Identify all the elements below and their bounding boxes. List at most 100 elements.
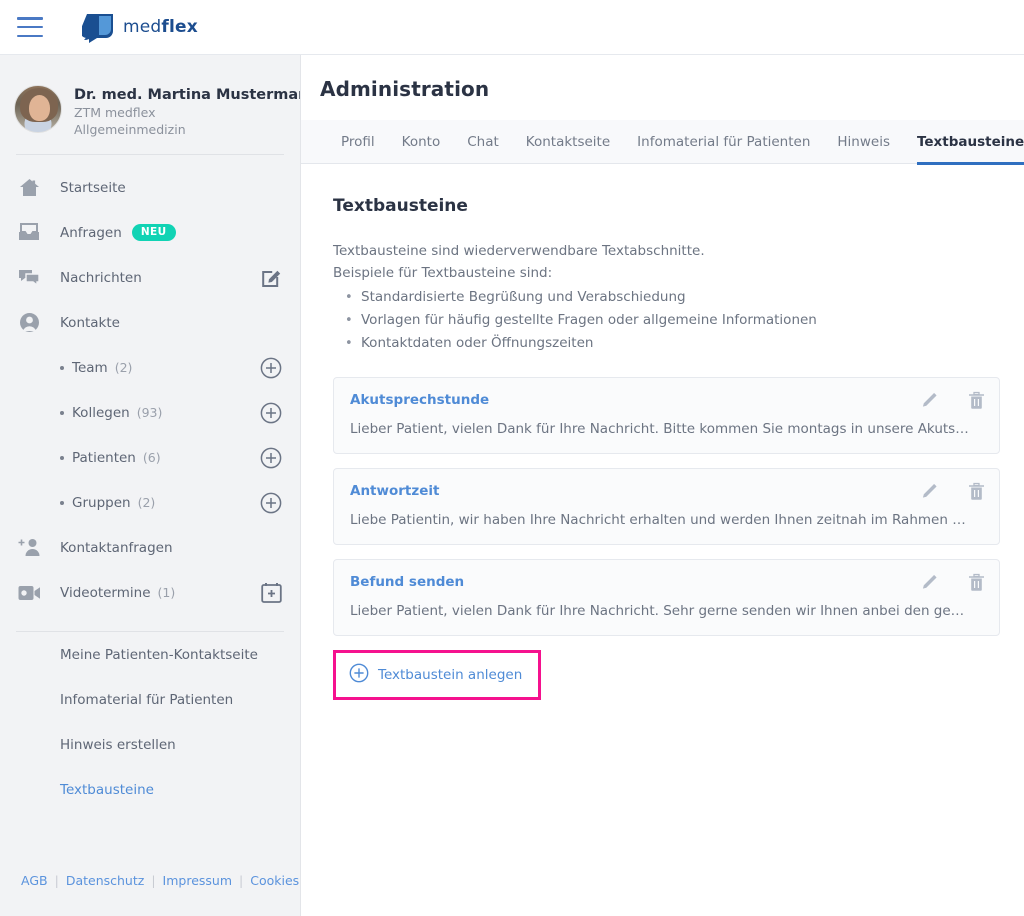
status-badge-neu: NEU: [131, 223, 176, 242]
main-content: Administration Profil Konto Chat Kontakt…: [301, 55, 1024, 916]
sidebar-item-label: Nachrichten: [60, 269, 142, 286]
sidebar-item-label: Infomaterial für Patienten: [60, 691, 234, 708]
bullet-dot-icon: [60, 500, 64, 505]
sidebar-item-infomaterial-fuer-patienten[interactable]: Infomaterial für Patienten: [0, 677, 300, 722]
card-title: Befund senden: [350, 574, 465, 590]
sidebar-nav-primary: Startseite Anfragen NEU Nachrichten Kont…: [0, 165, 300, 615]
sidebar-item-meine-patienten-kontaktseite[interactable]: Meine Patienten-Kontaktseite: [0, 632, 300, 677]
sidebar-subitem-count: (2): [137, 495, 156, 510]
sidebar-item-label: Meine Patienten-Kontaktseite: [60, 646, 258, 663]
footer-link-datenschutz[interactable]: Datenschutz: [66, 873, 145, 888]
list-item: Standardisierte Begrüßung und Verabschie…: [333, 286, 1024, 309]
sidebar-nav-secondary: Meine Patienten-Kontaktseite Infomateria…: [0, 632, 300, 812]
tab-kontaktseite[interactable]: Kontaktseite: [526, 120, 610, 164]
sidebar-subitem-gruppen[interactable]: Gruppen (2): [0, 480, 300, 525]
trash-delete-icon[interactable]: [967, 572, 985, 592]
trash-delete-icon[interactable]: [967, 390, 985, 410]
sidebar-subitem-patienten[interactable]: Patienten (6): [0, 435, 300, 480]
tab-bar: Profil Konto Chat Kontaktseite Infomater…: [301, 120, 1024, 165]
profile-name: Dr. med. Martina Mustermann: [74, 87, 301, 103]
bullet-dot-icon: [60, 455, 64, 460]
bullet-dot-icon: [60, 410, 64, 415]
sidebar-subitem-team[interactable]: Team (2): [0, 345, 300, 390]
textbaustein-card[interactable]: Befund senden Lieber Patient, vielen Dan…: [333, 559, 1000, 636]
pencil-edit-icon[interactable]: [921, 390, 939, 410]
sidebar-item-anfragen[interactable]: Anfragen NEU: [0, 210, 300, 255]
trash-delete-icon[interactable]: [967, 481, 985, 501]
card-actions: [921, 390, 985, 410]
sidebar-divider-top: [16, 154, 284, 155]
home-icon: [16, 176, 42, 200]
plus-circle-icon[interactable]: [260, 492, 282, 514]
card-body: Liebe Patientin, wir haben Ihre Nachrich…: [350, 512, 970, 528]
sidebar-subitem-label: Kollegen: [72, 404, 130, 421]
medflex-speech-bubble-logo: [82, 14, 113, 43]
card-title: Akutsprechstunde: [350, 392, 490, 408]
top-bar: medflex: [0, 0, 1024, 55]
sidebar-item-label: Kontakte: [60, 314, 120, 331]
sidebar-item-videotermine[interactable]: Videotermine (1): [0, 570, 300, 615]
add-textbaustein-button[interactable]: Textbaustein anlegen: [349, 663, 522, 687]
card-title: Antwortzeit: [350, 483, 440, 499]
tab-profil[interactable]: Profil: [341, 120, 375, 164]
textbaustein-card-list: Akutsprechstunde Lieber Patient, vielen …: [333, 377, 1024, 636]
profile-text: Dr. med. Martina Mustermann ZTM medflex …: [74, 85, 301, 138]
person-circle-icon: [16, 311, 42, 335]
sidebar-subitem-label: Gruppen: [72, 494, 131, 511]
sidebar-subitem-count: (6): [142, 450, 161, 465]
tab-infomaterial-fuer-patienten[interactable]: Infomaterial für Patienten: [637, 120, 810, 164]
sidebar-item-label: Anfragen: [60, 224, 122, 241]
textbaustein-card[interactable]: Akutsprechstunde Lieber Patient, vielen …: [333, 377, 1000, 454]
compose-message-icon[interactable]: [261, 267, 282, 288]
sidebar-footer-links: AGB | Datenschutz | Impressum | Cookies: [0, 873, 300, 888]
pencil-edit-icon[interactable]: [921, 481, 939, 501]
examples-list: Standardisierte Begrüßung und Verabschie…: [333, 286, 1024, 355]
footer-link-agb[interactable]: AGB: [21, 873, 48, 888]
tab-chat[interactable]: Chat: [467, 120, 499, 164]
sidebar-item-startseite[interactable]: Startseite: [0, 165, 300, 210]
sidebar: Dr. med. Martina Mustermann ZTM medflex …: [0, 55, 301, 916]
sidebar-item-hinweis-erstellen[interactable]: Hinweis erstellen: [0, 722, 300, 767]
footer-link-impressum[interactable]: Impressum: [163, 873, 232, 888]
plus-circle-icon[interactable]: [260, 447, 282, 469]
sidebar-item-kontaktanfragen[interactable]: Kontaktanfragen: [0, 525, 300, 570]
sidebar-item-label: Videotermine: [60, 584, 151, 601]
sidebar-item-kontakte[interactable]: Kontakte: [0, 300, 300, 345]
chat-bubbles-icon: [16, 266, 42, 290]
brand-logo-link[interactable]: medflex: [82, 10, 198, 44]
hamburger-menu-icon[interactable]: [17, 17, 43, 37]
tab-konto[interactable]: Konto: [402, 120, 441, 164]
profile-block[interactable]: Dr. med. Martina Mustermann ZTM medflex …: [0, 55, 300, 138]
intro-text: Textbausteine sind wiederverwendbare Tex…: [333, 240, 1024, 284]
plus-circle-icon[interactable]: [260, 402, 282, 424]
footer-separator: |: [151, 873, 156, 888]
sidebar-item-label: Hinweis erstellen: [60, 736, 176, 753]
sidebar-subitem-kollegen[interactable]: Kollegen (93): [0, 390, 300, 435]
plus-circle-icon[interactable]: [260, 357, 282, 379]
sidebar-item-label: Startseite: [60, 179, 126, 196]
sidebar-item-textbausteine[interactable]: Textbausteine: [0, 767, 300, 812]
hamburger-line: [17, 34, 43, 37]
tab-hinweis[interactable]: Hinweis: [837, 120, 890, 164]
intro-line-2: Beispiele für Textbausteine sind:: [333, 265, 553, 281]
textbaustein-card[interactable]: Antwortzeit Liebe Patientin, wir haben I…: [333, 468, 1000, 545]
sidebar-item-count: (1): [157, 585, 176, 600]
sidebar-item-label: Kontaktanfragen: [60, 539, 173, 556]
brand-prefix: med: [123, 17, 162, 37]
calendar-add-icon[interactable]: [261, 582, 282, 603]
tab-textbausteine[interactable]: Textbausteine: [916, 120, 1024, 165]
list-item: Vorlagen für häufig gestellte Fragen ode…: [333, 309, 1024, 332]
profile-organization: ZTM medflex: [74, 105, 156, 120]
sidebar-item-nachrichten[interactable]: Nachrichten: [0, 255, 300, 300]
plus-circle-icon: [349, 663, 369, 687]
avatar: [14, 85, 62, 133]
card-actions: [921, 572, 985, 592]
page-title: Administration: [320, 77, 490, 101]
footer-link-cookies[interactable]: Cookies: [250, 873, 299, 888]
list-item: Kontaktdaten oder Öffnungszeiten: [333, 332, 1024, 355]
pencil-edit-icon[interactable]: [921, 572, 939, 592]
footer-separator: |: [54, 873, 59, 888]
profile-specialty: Allgemeinmedizin: [74, 122, 186, 137]
brand-wordmark: medflex: [123, 17, 198, 37]
sidebar-subitem-label: Patienten: [72, 449, 136, 466]
